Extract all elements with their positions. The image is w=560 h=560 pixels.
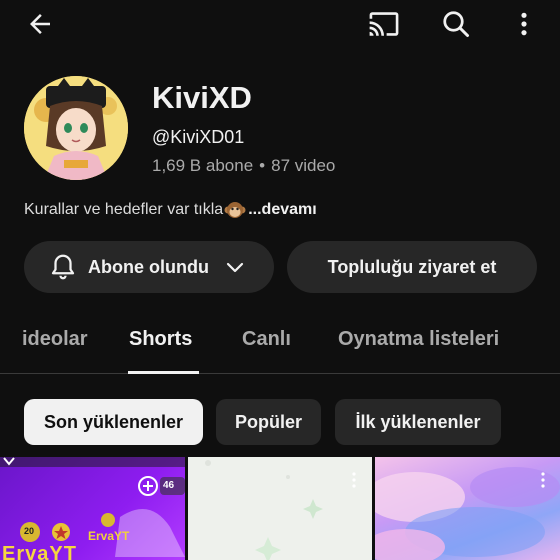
back-icon[interactable] [22,6,58,42]
tab-playlists[interactable]: Oynatma listeleri [338,328,499,351]
visit-community-label: Topluluğu ziyaret et [327,256,497,277]
channel-description[interactable]: Kurallar ve hedefler var tıkla ...devamı [24,201,317,219]
filter-chip-oldest[interactable]: İlk yüklenenler [335,399,501,445]
top-app-bar [0,0,560,48]
shorts-thumbnail[interactable]: 20 46 ErvaYT ErvaYT [0,457,185,560]
tab-shorts[interactable]: Shorts [129,328,192,351]
channel-stats: 1,69 B abone • 87 video [152,156,335,176]
tab-videos[interactable]: ideolar [22,328,88,351]
video-count: 87 video [271,156,336,175]
more-vert-icon[interactable] [540,471,546,489]
channel-tabs: ideolar Shorts Canlı Oynatma listeleri [0,312,560,374]
subscribed-button[interactable]: Abone olundu [24,241,274,293]
chevron-down-icon [223,255,247,279]
more-vert-icon[interactable] [351,471,357,489]
description-text: Kurallar ve hedefler var tıkla [24,201,224,218]
description-more-link[interactable]: ...devamı [248,201,316,219]
subscribed-label: Abone olundu [88,256,209,277]
subscriber-count: 1,69 B abone [152,156,254,175]
more-vert-icon[interactable] [506,6,542,42]
search-icon[interactable] [438,6,474,42]
channel-handle: @KiviXD01 [152,127,245,147]
channel-avatar[interactable] [24,76,128,180]
thumbnail-text-large: ErvaYT [2,543,77,560]
filter-chip-popular[interactable]: Popüler [216,399,321,445]
shorts-thumbnail[interactable] [188,457,372,560]
thumbnail-badge: 20 [24,526,35,536]
monkey-face-icon [224,201,246,219]
active-tab-indicator [128,371,199,374]
channel-name: KiviXD [152,80,252,115]
stats-separator: • [259,156,266,175]
visit-community-button[interactable]: Topluluğu ziyaret et [287,241,537,293]
cast-icon[interactable] [366,6,402,42]
tab-live[interactable]: Canlı [242,328,291,351]
filter-chip-latest[interactable]: Son yüklenenler [24,399,203,445]
bell-icon [48,252,78,282]
thumbnail-count: 46 [163,480,175,491]
shorts-thumbnail[interactable] [375,457,560,560]
thumbnail-text-small: ErvaYT [88,529,130,543]
